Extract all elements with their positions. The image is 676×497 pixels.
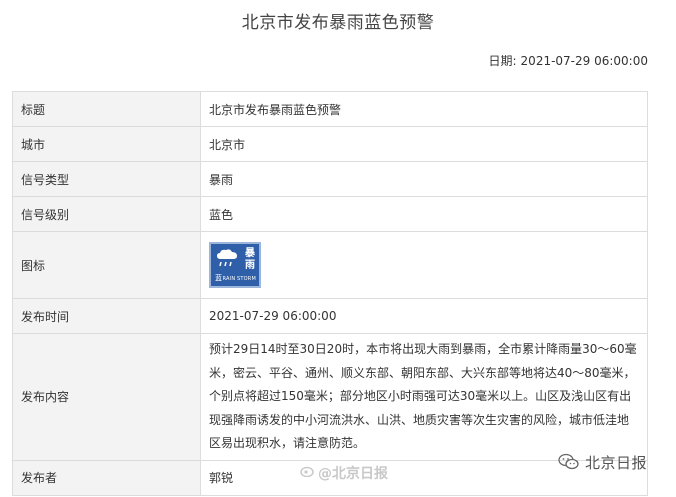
row-label: 信号级别	[12, 196, 201, 232]
table-row-signal-level: 信号级别 蓝色	[12, 196, 648, 232]
row-label: 图标	[12, 231, 201, 299]
date-value: 2021-07-29 06:00:00	[520, 54, 648, 68]
watermark-text: @北京日报	[318, 466, 388, 482]
icon-english-text: RAIN STORM	[222, 276, 256, 282]
icon-char-yu: 雨	[245, 260, 255, 271]
table-row-icon: 图标 暴 雨 蓝 RAIN STORM	[12, 231, 648, 299]
row-value: 蓝色	[200, 196, 648, 232]
row-value: 北京市发布暴雨蓝色预警	[200, 91, 648, 127]
row-label: 发布时间	[12, 298, 201, 334]
wechat-account-name: 北京日报	[585, 454, 648, 472]
table-row-publish-time: 发布时间 2021-07-29 06:00:00	[12, 298, 648, 334]
weibo-watermark: @北京日报	[300, 463, 406, 483]
cloud-rain-icon	[217, 249, 237, 267]
row-value: 2021-07-29 06:00:00	[200, 298, 648, 334]
wechat-account-badge: 北京日报	[558, 447, 668, 477]
row-label: 信号类型	[12, 161, 201, 197]
table-row-city: 城市 北京市	[12, 126, 648, 162]
row-value: 北京市	[200, 126, 648, 162]
row-label: 发布内容	[12, 333, 201, 461]
icon-char-bao: 暴	[245, 248, 255, 259]
row-label: 发布者	[12, 459, 201, 496]
row-label: 标题	[12, 91, 201, 127]
row-value: 暴雨	[200, 161, 648, 197]
date-line: 日期: 2021-07-29 06:00:00	[485, 52, 649, 69]
date-label: 日期:	[488, 54, 517, 68]
row-value: 暴 雨 蓝 RAIN STORM	[200, 231, 648, 299]
rainstorm-blue-warning-icon: 暴 雨 蓝 RAIN STORM	[209, 242, 261, 288]
table-row-signal-type: 信号类型 暴雨	[12, 161, 648, 197]
table-row-title: 标题 北京市发布暴雨蓝色预警	[12, 91, 648, 127]
weibo-logo-icon	[300, 466, 314, 477]
row-value: 预计29日14时至30日20时，本市将出现大雨到暴雨，全市累计降雨量30～60毫…	[200, 333, 648, 461]
row-label: 城市	[12, 126, 201, 162]
icon-level-text: 蓝	[215, 274, 222, 282]
wechat-icon	[558, 453, 579, 470]
warning-content-text: 预计29日14时至30日20时，本市将出现大雨到暴雨，全市累计降雨量30～60毫…	[209, 342, 637, 450]
warning-info-table: 标题 北京市发布暴雨蓝色预警 城市 北京市 信号类型 暴雨 信号级别 蓝色 图标	[12, 91, 648, 496]
page-title: 北京市发布暴雨蓝色预警	[241, 13, 435, 33]
table-row-content: 发布内容 预计29日14时至30日20时，本市将出现大雨到暴雨，全市累计降雨量3…	[12, 333, 648, 461]
